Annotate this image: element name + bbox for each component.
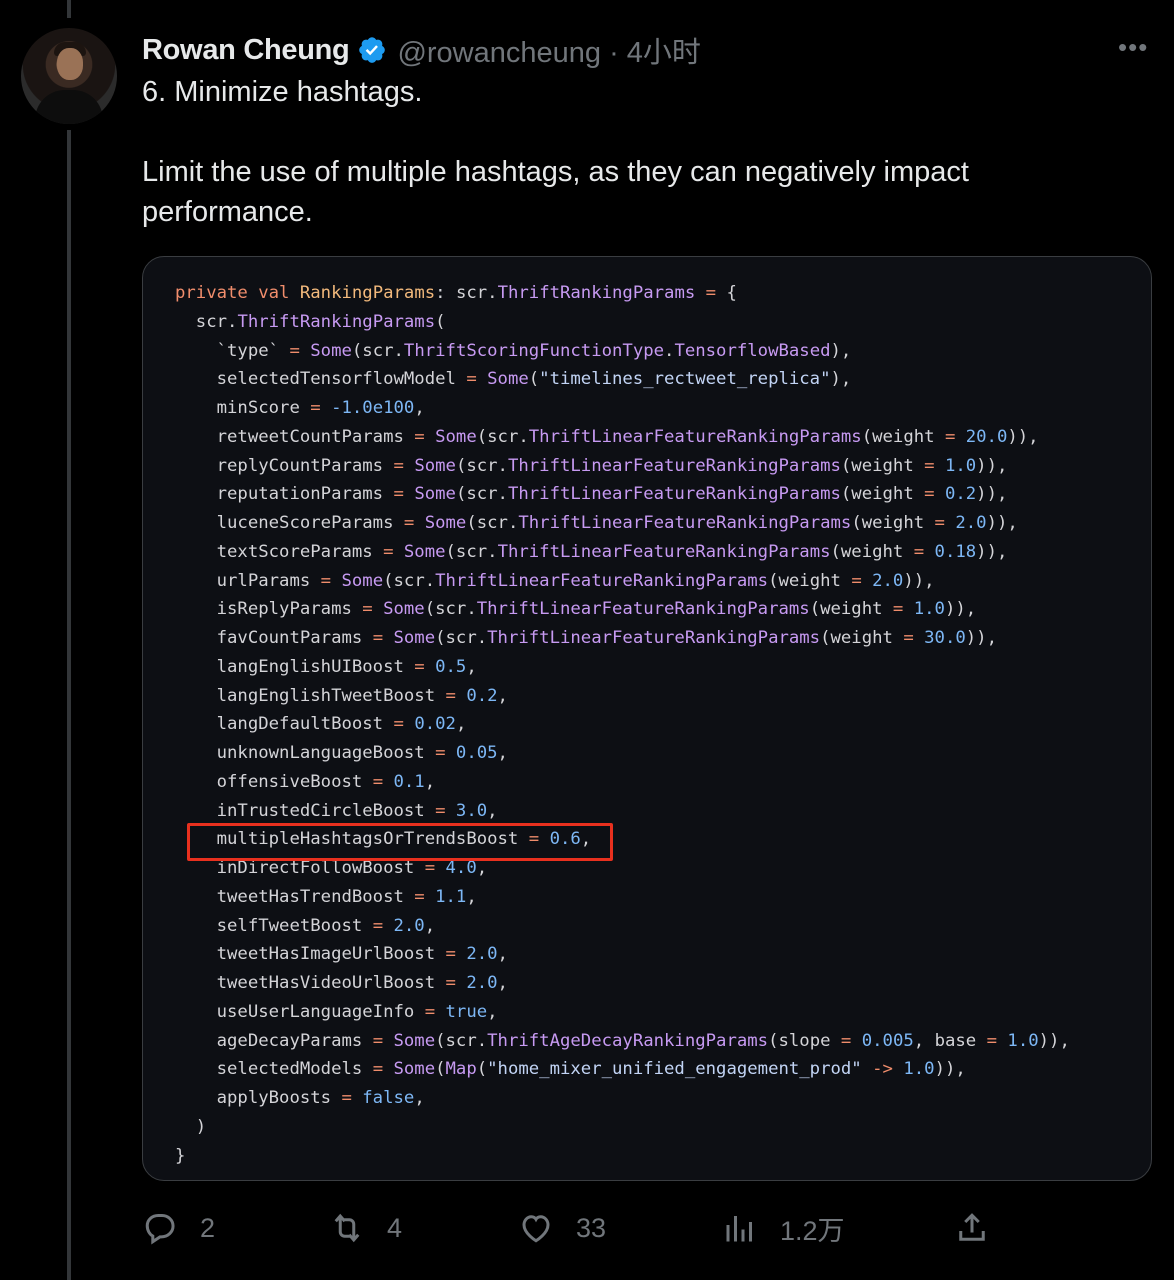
code-image[interactable]: private val RankingParams: scr.ThriftRan…	[142, 256, 1152, 1181]
code-line: luceneScoreParams = Some(scr.ThriftLinea…	[175, 513, 1018, 533]
code-line: selectedModels = Some(Map("home_mixer_un…	[175, 1059, 966, 1080]
like-count: 33	[576, 1212, 607, 1243]
tweet-title: 6. Minimize hashtags.	[142, 76, 423, 108]
code-line: replyCountParams = Some(scr.ThriftLinear…	[175, 455, 1008, 476]
code-line: langEnglishUIBoost = 0.5,	[175, 656, 477, 677]
author-name[interactable]: Rowan Cheung	[142, 34, 350, 67]
thread-line	[67, 130, 71, 1280]
code-line: tweetHasVideoUrlBoost = 2.0,	[175, 973, 508, 993]
code-line: ageDecayParams = Some(scr.ThriftAgeDecay…	[175, 1030, 1070, 1051]
code-line: retweetCountParams = Some(scr.ThriftLine…	[175, 426, 1039, 447]
code-line: tweetHasTrendBoost = 1.1,	[175, 886, 477, 907]
code-block: private val RankingParams: scr.ThriftRan…	[175, 279, 1070, 1170]
views-count: 1.2万	[780, 1215, 845, 1246]
code-line: applyBoosts = false,	[175, 1088, 425, 1108]
code-line: `type` = Some(scr.ThriftScoringFunctionT…	[175, 340, 852, 361]
like-button[interactable]: 33	[518, 1200, 606, 1256]
code-line: inTrustedCircleBoost = 3.0,	[175, 800, 498, 821]
verified-badge-icon	[359, 37, 386, 63]
tweet-body: Limit the use of multiple hashtags, as t…	[142, 156, 969, 228]
more-icon[interactable]: •••	[1118, 34, 1148, 60]
retweet-icon	[334, 1213, 360, 1243]
like-icon	[522, 1215, 550, 1243]
code-line: }	[175, 1145, 186, 1166]
code-line: useUserLanguageInfo = true,	[175, 1001, 498, 1022]
code-line: langEnglishTweetBoost = 0.2,	[175, 685, 508, 706]
code-line: textScoreParams = Some(scr.ThriftLinearF…	[175, 541, 1008, 562]
code-line: minScore = -1.0e100,	[175, 398, 425, 418]
code-line: scr.ThriftRankingParams(	[175, 311, 446, 332]
code-line: isReplyParams = Some(scr.ThriftLinearFea…	[175, 599, 977, 620]
share-button[interactable]	[954, 1200, 990, 1256]
highlight-box	[187, 823, 613, 861]
code-line: selfTweetBoost = 2.0,	[175, 915, 436, 936]
tweet-text: 6. Minimize hashtags. Limit the use of m…	[142, 72, 1142, 232]
views-button[interactable]: 1.2万	[722, 1200, 845, 1256]
avatar[interactable]	[21, 28, 117, 124]
action-bar: 2 4 33 1.2万	[142, 1200, 1042, 1256]
code-line: )	[175, 1116, 207, 1137]
share-icon	[959, 1213, 985, 1241]
code-line: unknownLanguageBoost = 0.05,	[175, 743, 508, 763]
retweet-count: 4	[387, 1212, 403, 1243]
thread-line-top	[67, 0, 71, 18]
tweet-header: Rowan Cheung @rowancheung · 4小时	[142, 30, 701, 70]
reply-icon	[145, 1214, 175, 1245]
code-line: tweetHasImageUrlBoost = 2.0,	[175, 944, 508, 965]
code-line: private val RankingParams: scr.ThriftRan…	[175, 283, 737, 303]
views-icon	[726, 1216, 752, 1242]
code-line: reputationParams = Some(scr.ThriftLinear…	[175, 484, 1008, 505]
code-line: urlParams = Some(scr.ThriftLinearFeature…	[175, 570, 935, 591]
handle-and-time[interactable]: @rowancheung · 4小时	[397, 29, 700, 71]
code-line: offensiveBoost = 0.1,	[175, 771, 436, 792]
code-line: selectedTensorflowModel = Some("timeline…	[175, 369, 852, 390]
reply-button[interactable]: 2	[142, 1200, 215, 1256]
retweet-button[interactable]: 4	[329, 1200, 402, 1256]
code-line: langDefaultBoost = 0.02,	[175, 714, 467, 735]
code-line: favCountParams = Some(scr.ThriftLinearFe…	[175, 628, 997, 648]
reply-count: 2	[200, 1212, 216, 1243]
